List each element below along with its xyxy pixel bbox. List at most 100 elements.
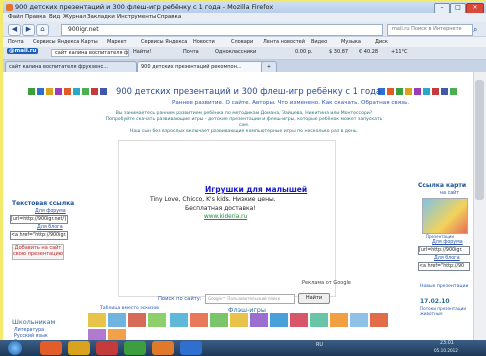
site-search-placeholder: Google™ Пользовательский поиск bbox=[208, 296, 281, 301]
icon-tile[interactable] bbox=[423, 88, 430, 95]
scrollbar-thumb[interactable] bbox=[475, 80, 484, 200]
icon-tile[interactable] bbox=[100, 88, 107, 95]
forward-button[interactable]: ▶ bbox=[22, 24, 35, 36]
icon-tile[interactable] bbox=[91, 88, 98, 95]
icon-tile[interactable] bbox=[37, 88, 44, 95]
icon-tile[interactable] bbox=[64, 88, 71, 95]
icon-tile[interactable] bbox=[387, 88, 394, 95]
menu-history[interactable]: Журнал bbox=[63, 14, 86, 20]
mailru-logo[interactable]: @mail.ru bbox=[7, 48, 39, 54]
menu-view[interactable]: Вид bbox=[49, 14, 60, 20]
icon-tile[interactable] bbox=[82, 88, 89, 95]
forum-code-field[interactable]: [url=http://900igr.net/] bbox=[10, 215, 68, 224]
bookmark-item[interactable]: Видео bbox=[311, 39, 327, 45]
bookmark-item[interactable]: Почта bbox=[8, 39, 24, 45]
clock-time[interactable]: 23:01 bbox=[440, 341, 454, 346]
taskbar-chrome-icon[interactable] bbox=[124, 341, 146, 355]
new-presentations-label[interactable]: Новые презентации bbox=[420, 284, 469, 289]
icon-tile[interactable] bbox=[28, 88, 35, 95]
bookmark-item[interactable]: Сервисы Яндекса bbox=[141, 39, 187, 45]
blog-link-right[interactable]: Для блога bbox=[434, 256, 460, 261]
keyboard-language[interactable]: RU bbox=[316, 343, 323, 348]
search-box[interactable]: mail.ru Поиск в Интернете bbox=[387, 24, 473, 36]
thumbnail[interactable] bbox=[170, 313, 188, 327]
thumbnail[interactable] bbox=[190, 313, 208, 327]
forum-code-field-right[interactable]: [url=http://900igr. bbox=[418, 246, 470, 255]
start-button[interactable] bbox=[8, 341, 22, 355]
plus-icon: + bbox=[266, 64, 272, 70]
menu-file[interactable]: Файл bbox=[8, 14, 23, 20]
mailru-mail[interactable]: Почта bbox=[183, 49, 199, 55]
taskbar-d-icon[interactable] bbox=[96, 341, 118, 355]
taskbar-explorer-icon[interactable] bbox=[68, 341, 90, 355]
menu-help[interactable]: Справка bbox=[157, 14, 181, 20]
ad-url-link[interactable]: www.kideria.ru bbox=[204, 214, 247, 220]
bookmark-item[interactable]: Маркет bbox=[107, 39, 127, 45]
news-text[interactable]: Потоки презентации животные bbox=[420, 306, 468, 316]
intro-text: Вы занимаетесь ранним развитием ребёнка … bbox=[104, 111, 384, 135]
thumbnail[interactable] bbox=[370, 313, 388, 327]
thumbnail[interactable] bbox=[330, 313, 348, 327]
home-button[interactable]: ⌂ bbox=[36, 24, 49, 36]
bookmark-item[interactable]: Словари bbox=[231, 39, 253, 45]
mailru-search[interactable]: сайт калина воспитателя ф bbox=[51, 49, 129, 57]
banner-caption: Презентации bbox=[426, 234, 454, 239]
thumbnail[interactable] bbox=[88, 313, 106, 327]
icon-tile[interactable] bbox=[396, 88, 403, 95]
icon-tile[interactable] bbox=[405, 88, 412, 95]
bookmark-item[interactable]: Новости bbox=[193, 39, 215, 45]
taskbar-word-icon[interactable] bbox=[180, 341, 202, 355]
banner-image[interactable] bbox=[422, 198, 468, 234]
thumbnail[interactable] bbox=[148, 313, 166, 327]
table-instead-link[interactable]: Таблица вместо эскизов bbox=[100, 306, 159, 311]
site-search-button[interactable]: Найти bbox=[298, 293, 330, 304]
back-button[interactable]: ◀ bbox=[8, 24, 21, 36]
icon-tile[interactable] bbox=[432, 88, 439, 95]
icon-tile[interactable] bbox=[441, 88, 448, 95]
school-link[interactable]: Русский язык bbox=[14, 334, 48, 339]
forum-link[interactable]: Для форума bbox=[35, 209, 66, 214]
text-link-heading: Текстовая ссылка bbox=[12, 200, 75, 207]
forum-link-right[interactable]: Для форума bbox=[432, 240, 463, 245]
intro-line: Попробуйте скачать развивающие игры - де… bbox=[105, 117, 383, 128]
icon-tile[interactable] bbox=[414, 88, 421, 95]
add-presentation-button[interactable]: Добавить на сайт свою презентацию bbox=[12, 244, 64, 260]
bookmark-item[interactable]: Сервисы Яндекса bbox=[33, 39, 79, 45]
bookmark-item[interactable]: Музыка bbox=[341, 39, 361, 45]
mailru-ok[interactable]: Одноклассники bbox=[215, 49, 256, 55]
thumbnail[interactable] bbox=[290, 313, 308, 327]
blog-code-field-right[interactable]: <a href="http://90 bbox=[418, 262, 470, 271]
blog-link[interactable]: Для блога bbox=[37, 225, 63, 230]
search-icon[interactable]: ⌕ bbox=[473, 25, 477, 35]
top-nav-links[interactable]: Раннее развитие. О сайте. Авторы. Что из… bbox=[172, 100, 409, 106]
thumbnail[interactable] bbox=[108, 313, 126, 327]
ads-by-google[interactable]: Реклама от Google bbox=[302, 280, 351, 286]
menu-edit[interactable]: Правка bbox=[25, 14, 46, 20]
clock-date[interactable]: 05.10.2012 bbox=[434, 348, 458, 353]
thumbnail[interactable] bbox=[250, 313, 268, 327]
bookmark-item[interactable]: Карты bbox=[81, 39, 98, 45]
thumbnail[interactable] bbox=[350, 313, 368, 327]
school-link[interactable]: Литература bbox=[14, 328, 44, 333]
thumbnail[interactable] bbox=[270, 313, 288, 327]
site-search-input[interactable]: Google™ Пользовательский поиск bbox=[205, 294, 295, 304]
icon-tile[interactable] bbox=[73, 88, 80, 95]
menu-tools[interactable]: Инструменты bbox=[117, 14, 156, 20]
bookmark-item[interactable]: Диск bbox=[375, 39, 388, 45]
icon-tile[interactable] bbox=[46, 88, 53, 95]
blog-code-field[interactable]: <a href="http://900igr. bbox=[10, 231, 68, 240]
icon-tile[interactable] bbox=[55, 88, 62, 95]
taskbar-firefox-icon[interactable] bbox=[152, 341, 174, 355]
thumbnail[interactable] bbox=[128, 313, 146, 327]
thumbnail[interactable] bbox=[230, 313, 248, 327]
thumbnail[interactable] bbox=[210, 313, 228, 327]
search-placeholder: mail.ru Поиск в Интернете bbox=[392, 26, 462, 32]
taskbar-media-icon[interactable] bbox=[40, 341, 62, 355]
menu-bookmarks[interactable]: Закладки bbox=[87, 14, 115, 20]
address-bar[interactable]: 900igr.net bbox=[61, 24, 383, 36]
thumbnail[interactable] bbox=[310, 313, 328, 327]
bookmark-item[interactable]: Лента новостей bbox=[263, 39, 305, 45]
mailru-find-button[interactable]: Найти! bbox=[133, 49, 151, 55]
icon-tile[interactable] bbox=[450, 88, 457, 95]
ad-title-link[interactable]: Игрушки для малышей bbox=[205, 185, 307, 194]
